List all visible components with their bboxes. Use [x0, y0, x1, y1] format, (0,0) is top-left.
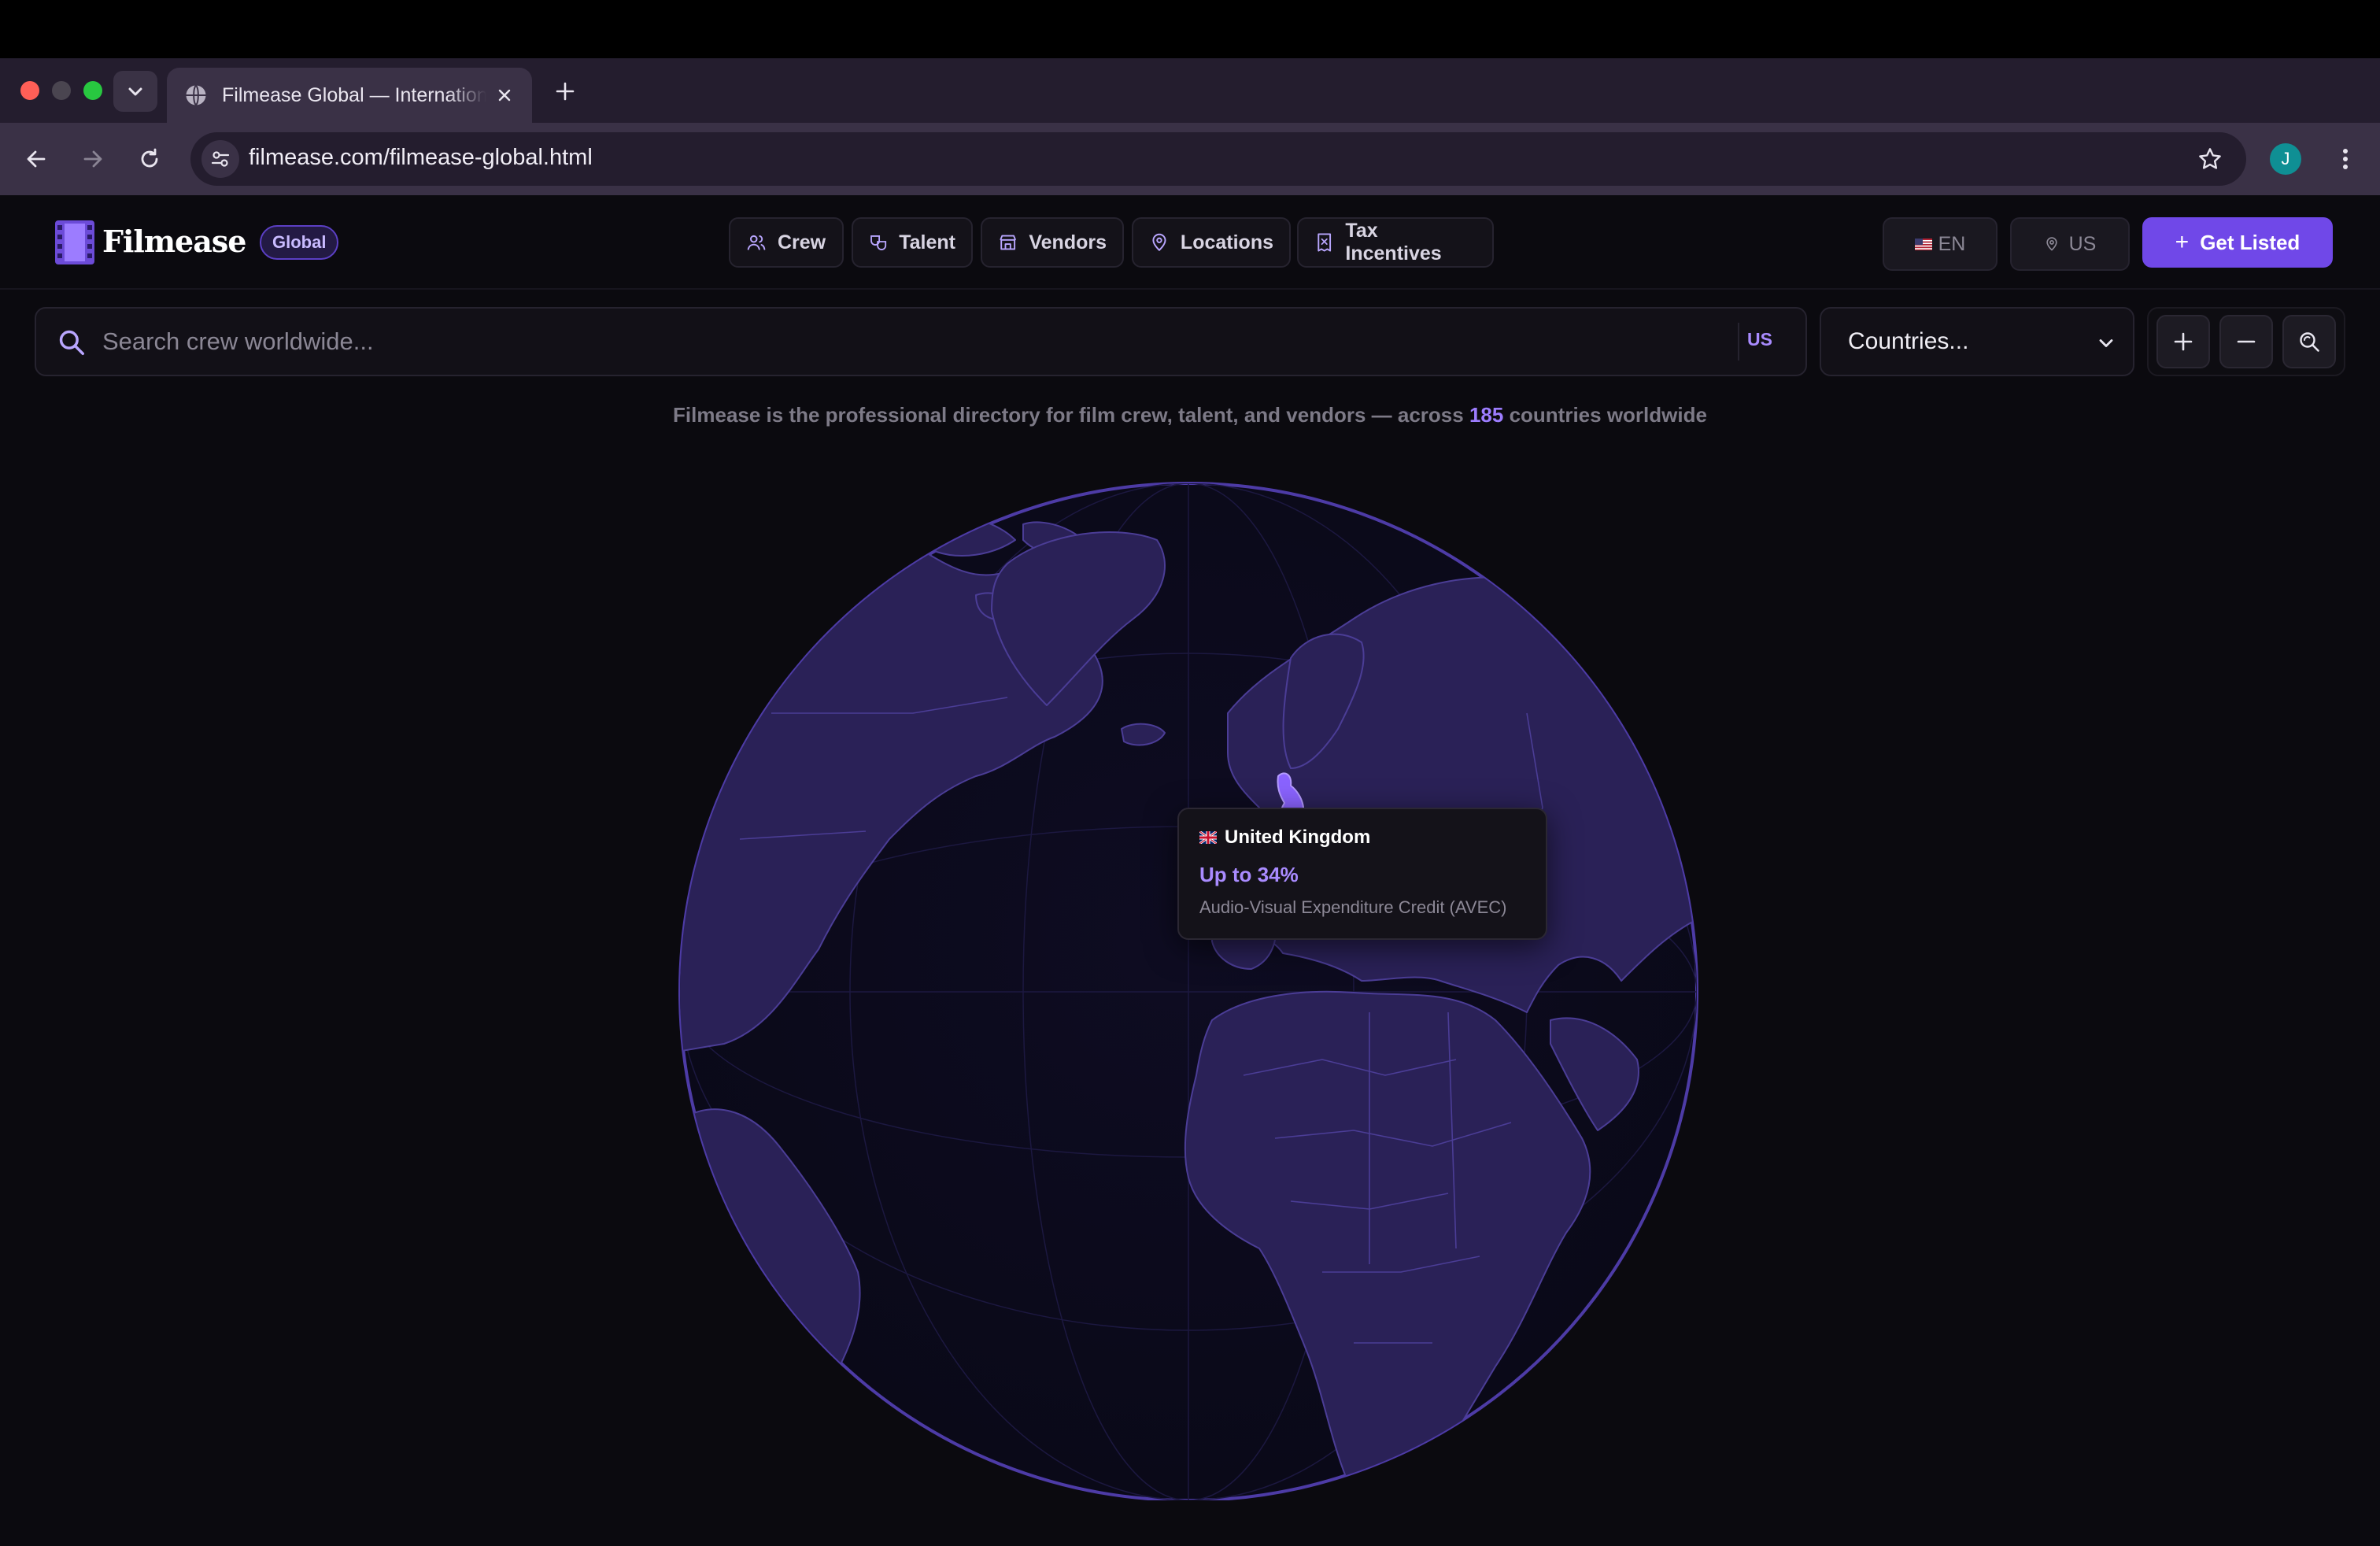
zoom-reset-icon — [2300, 332, 2319, 352]
region-label: US — [2068, 232, 2097, 255]
profile-avatar[interactable]: J — [2270, 143, 2301, 175]
maximize-window-button[interactable] — [83, 81, 102, 100]
close-tab-icon[interactable] — [493, 83, 516, 107]
store-icon — [1000, 235, 1017, 250]
tagline-suffix: countries worldwide — [1509, 403, 1707, 427]
site-info-button[interactable] — [201, 140, 239, 178]
tune-icon — [211, 151, 230, 167]
us-flag-icon — [1914, 238, 1932, 250]
nav-crew[interactable]: Crew — [729, 217, 844, 268]
users-icon — [747, 235, 766, 250]
plus-icon: + — [2175, 229, 2190, 255]
region-button[interactable]: US — [2010, 217, 2130, 271]
country-count: 185 — [1469, 403, 1504, 427]
logo-text[interactable]: Filmease — [102, 224, 246, 259]
forward-button[interactable] — [74, 140, 112, 178]
uk-flag-icon — [1199, 831, 1217, 844]
back-button[interactable] — [17, 140, 55, 178]
tooltip-incentive-rate: Up to 34% — [1199, 863, 1299, 886]
browser-tab[interactable]: Filmease Global — International Film Dir… — [167, 68, 532, 123]
minimize-window-button[interactable] — [52, 81, 71, 100]
zoom-in-button[interactable] — [2156, 315, 2210, 368]
plus-icon — [2174, 332, 2193, 351]
reload-button[interactable] — [131, 140, 168, 178]
tooltip-incentive-description: Audio-Visual Expenditure Credit (AVEC) — [1199, 897, 1507, 917]
close-window-button[interactable] — [20, 81, 39, 100]
search-divider — [1738, 323, 1739, 361]
chevron-down-icon — [128, 87, 142, 96]
minus-icon — [2237, 340, 2256, 343]
receipt-icon — [1318, 233, 1332, 252]
language-button[interactable]: EN — [1883, 217, 1998, 271]
nav-talent[interactable]: Talent — [852, 217, 973, 268]
global-badge: Global — [260, 225, 339, 260]
nav-tax-incentives[interactable]: Tax Incentives — [1297, 217, 1494, 268]
nav-vendors-label: Vendors — [1029, 231, 1107, 253]
reload-icon — [141, 148, 158, 168]
get-listed-button[interactable]: + Get Listed — [2142, 217, 2333, 268]
map-pin-icon — [1152, 233, 1166, 252]
get-listed-label: Get Listed — [2200, 230, 2301, 254]
search-input[interactable] — [102, 320, 1724, 364]
nav-locations-label: Locations — [1180, 231, 1273, 253]
country-select[interactable]: Countries... — [1820, 307, 2134, 376]
search-region-tag[interactable]: US — [1747, 329, 1772, 350]
arrow-right-icon — [83, 150, 102, 168]
nav-talent-label: Talent — [899, 231, 955, 253]
map-pin-icon — [2046, 237, 2057, 251]
nav-tax-incentives-label: Tax Incentives — [1345, 220, 1442, 264]
new-tab-button[interactable] — [549, 76, 581, 107]
film-strip-logo-icon[interactable] — [55, 220, 94, 264]
arrow-left-icon — [27, 150, 46, 168]
tagline-text: Filmease is the professional directory f… — [673, 403, 1464, 427]
language-label: EN — [1938, 232, 1966, 255]
search-icon — [59, 330, 84, 355]
reset-zoom-button[interactable] — [2282, 315, 2336, 368]
chevron-down-icon — [2099, 339, 2113, 347]
country-select-value: Countries... — [1848, 328, 1969, 354]
zoom-out-button[interactable] — [2219, 315, 2273, 368]
url-text[interactable]: filmease.com/filmease-global.html — [249, 145, 593, 171]
bookmark-star-icon[interactable] — [2193, 142, 2227, 176]
globe-icon — [186, 84, 206, 106]
nav-locations[interactable]: Locations — [1132, 217, 1291, 268]
world-globe-map[interactable] — [677, 477, 1700, 1500]
nav-vendors[interactable]: Vendors — [981, 217, 1124, 268]
plus-icon — [556, 82, 575, 101]
tooltip-country-name: United Kingdom — [1225, 827, 1371, 848]
tagline: Filmease is the professional directory f… — [0, 403, 2380, 427]
tab-title: Filmease Global — International Film Dir… — [222, 83, 486, 106]
tab-search-button[interactable] — [113, 71, 157, 112]
masks-icon — [870, 235, 887, 250]
more-options-icon[interactable] — [2330, 142, 2361, 176]
menu-bar — [0, 0, 2380, 58]
nav-crew-label: Crew — [778, 231, 826, 253]
